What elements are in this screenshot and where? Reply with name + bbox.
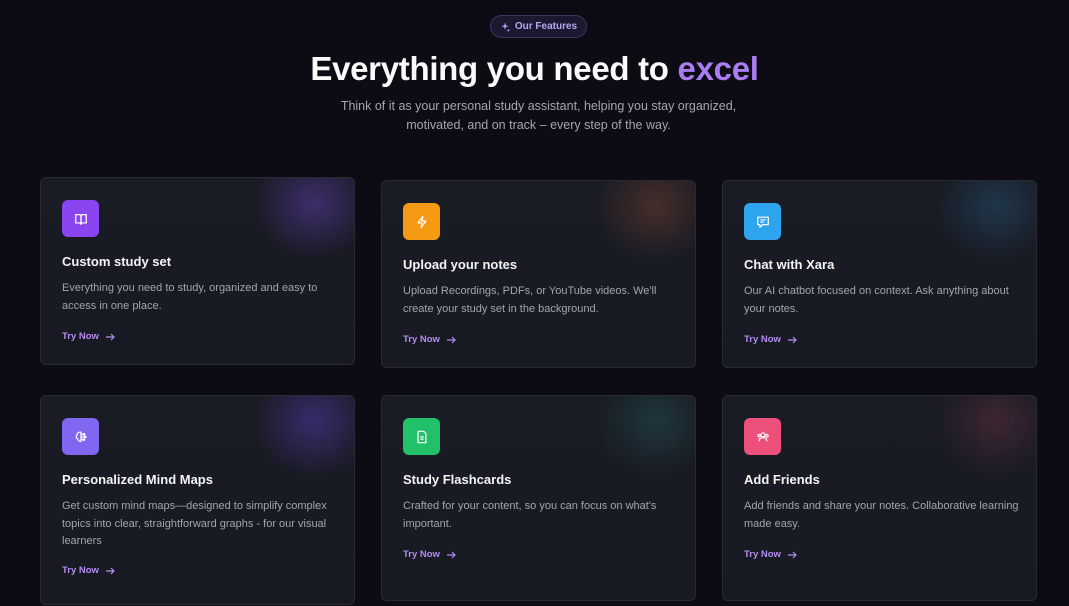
card-title: Study Flashcards [403, 472, 512, 487]
icon-tile [744, 203, 781, 240]
feature-card-custom-study-set: Custom study set Everything you need to … [40, 177, 355, 365]
flashcard-icon [416, 430, 427, 443]
card-title: Chat with Xara [744, 257, 835, 272]
feature-card-mind-maps: Personalized Mind Maps Get custom mind m… [40, 395, 355, 605]
feature-card-flashcards: Study Flashcards Crafted for your conten… [381, 395, 696, 601]
sparkles-icon [501, 21, 510, 32]
cta-label: Try Now [62, 331, 99, 342]
title-accent: excel [677, 50, 759, 87]
chat-icon [756, 216, 769, 228]
cta-label: Try Now [403, 549, 440, 560]
card-title: Custom study set [62, 254, 172, 269]
cta-label: Try Now [62, 565, 99, 576]
page-subtitle: Think of it as your personal study assis… [340, 99, 737, 132]
brain-icon [75, 431, 87, 442]
friends-icon [756, 431, 769, 441]
arrow-right-icon [105, 567, 115, 574]
icon-tile [403, 418, 440, 455]
feature-card-chat-with-xara: Chat with Xara Our AI chatbot focused on… [722, 180, 1037, 368]
card-title: Personalized Mind Maps [62, 472, 213, 487]
title-prefix: Everything you need to [310, 50, 669, 87]
lightning-icon [416, 215, 427, 228]
book-icon [74, 213, 87, 225]
try-now-link[interactable]: Try Now [403, 549, 456, 560]
card-description: Get custom mind maps—designed to simplif… [62, 500, 327, 547]
badge-label: Our Features [514, 21, 578, 32]
card-title: Upload your notes [403, 257, 518, 272]
page-title: Everything you need to excel [0, 50, 1069, 88]
cta-label: Try Now [744, 334, 781, 345]
card-description: Add friends and share your notes. Collab… [744, 500, 1019, 530]
icon-tile [62, 418, 99, 455]
icon-tile [62, 200, 99, 237]
card-description: Everything you need to study, organized … [62, 282, 318, 312]
icon-tile [403, 203, 440, 240]
try-now-link[interactable]: Try Now [744, 549, 797, 560]
feature-card-upload-notes: Upload your notes Upload Recordings, PDF… [381, 180, 696, 368]
arrow-right-icon [446, 551, 456, 558]
try-now-link[interactable]: Try Now [62, 331, 115, 342]
features-badge: Our Features [490, 15, 587, 38]
features-section: Our Features Everything you need to exce… [0, 0, 1069, 606]
cta-label: Try Now [744, 549, 781, 560]
card-description: Upload Recordings, PDFs, or YouTube vide… [403, 285, 657, 315]
card-description: Crafted for your content, so you can foc… [403, 500, 657, 530]
try-now-link[interactable]: Try Now [403, 334, 456, 345]
arrow-right-icon [787, 336, 797, 343]
cta-label: Try Now [403, 334, 440, 345]
arrow-right-icon [446, 336, 456, 343]
feature-card-add-friends: Add Friends Add friends and share your n… [722, 395, 1037, 601]
try-now-link[interactable]: Try Now [744, 334, 797, 345]
arrow-right-icon [105, 333, 115, 340]
arrow-right-icon [787, 551, 797, 558]
card-title: Add Friends [744, 472, 820, 487]
try-now-link[interactable]: Try Now [62, 565, 115, 576]
card-description: Our AI chatbot focused on context. Ask a… [744, 285, 1009, 315]
icon-tile [744, 418, 781, 455]
